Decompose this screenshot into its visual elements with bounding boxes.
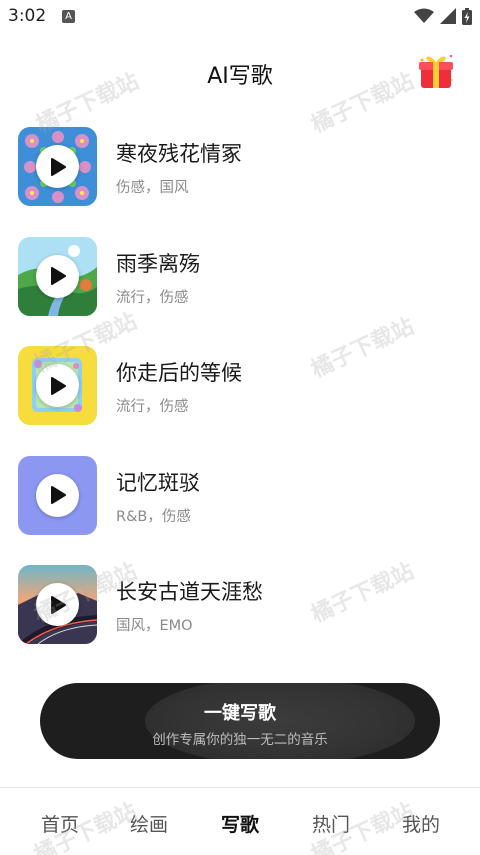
song-cover[interactable] (18, 127, 97, 206)
status-time: 3:02 (8, 6, 47, 26)
song-item[interactable]: 记忆斑驳 R&B，伤感 (0, 447, 480, 557)
song-item[interactable]: 寒夜残花情冢 伤感，国风 (0, 118, 480, 228)
song-title: 长安古道天涯愁 (116, 580, 263, 604)
song-cover[interactable] (18, 236, 97, 316)
song-cover[interactable] (18, 565, 97, 644)
notification-icon: A (62, 10, 75, 23)
one-click-write-button[interactable]: 一键写歌 创作专属你的独一无二的音乐 (40, 683, 440, 759)
play-icon[interactable] (36, 583, 79, 626)
song-title: 你走后的等候 (116, 361, 242, 385)
song-item[interactable]: 你走后的等候 流行，伤感 (0, 337, 480, 447)
nav-home[interactable]: 首页 (30, 810, 90, 837)
nav-painting[interactable]: 绘画 (119, 810, 179, 837)
song-tags: 流行，伤感 (116, 289, 189, 306)
play-icon[interactable] (36, 145, 79, 188)
write-button-subtitle: 创作专属你的独一无二的音乐 (152, 732, 328, 748)
song-list: 寒夜残花情冢 伤感，国风 雨季离殇 流行，伤感 你走后的等候 流行，伤感 记忆斑… (0, 118, 480, 666)
status-icons (414, 6, 472, 26)
song-tags: 国风，EMO (116, 618, 193, 634)
write-button-label: 一键写歌 (204, 703, 276, 724)
song-item[interactable]: 雨季离殇 流行，伤感 (0, 228, 480, 338)
battery-charging-icon (462, 7, 472, 25)
song-tags: 流行，伤感 (116, 399, 189, 415)
page-title: AI写歌 (207, 64, 273, 89)
song-title: 记忆斑驳 (116, 470, 200, 495)
nav-hot[interactable]: 热门 (301, 810, 361, 837)
nav-write-song[interactable]: 写歌 (210, 810, 270, 837)
play-icon[interactable] (36, 364, 79, 407)
song-item[interactable]: 长安古道天涯愁 国风，EMO (0, 556, 480, 666)
status-bar: 3:02 A (0, 0, 480, 34)
header: AI写歌 (0, 40, 480, 104)
signal-icon (440, 8, 456, 24)
song-title: 雨季离殇 (116, 251, 200, 276)
play-icon[interactable] (36, 254, 79, 298)
song-title: 寒夜残花情冢 (116, 142, 242, 166)
play-icon[interactable] (36, 473, 79, 517)
song-tags: R&B，伤感 (116, 508, 191, 525)
song-tags: 伤感，国风 (116, 180, 189, 196)
bottom-nav: 首页 绘画 写歌 热门 我的 (0, 787, 480, 855)
app-screen: 3:02 A AI写歌 寒夜残花情冢 伤感，国风 雨季离殇 流行，伤感 你走后的… (0, 0, 480, 855)
wifi-icon (414, 8, 434, 23)
nav-mine[interactable]: 我的 (391, 810, 451, 837)
gift-icon[interactable] (416, 50, 456, 90)
song-cover[interactable] (18, 346, 97, 425)
song-cover[interactable] (18, 455, 97, 535)
